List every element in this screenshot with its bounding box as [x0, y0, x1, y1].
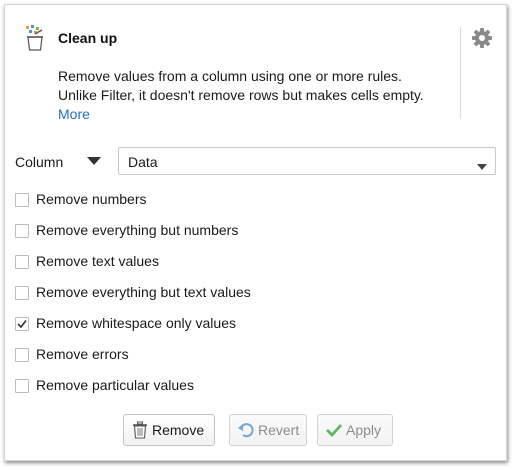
chevron-down-icon	[477, 158, 487, 170]
option-label: Remove particular values	[36, 377, 194, 393]
action-buttons: Remove Revert Apply	[5, 414, 506, 448]
column-label: Column	[15, 154, 64, 170]
undo-icon	[237, 421, 255, 439]
checkbox[interactable]	[15, 286, 29, 300]
checkbox[interactable]	[15, 224, 29, 238]
clean-up-panel: Clean up Remove values from a column usi…	[4, 4, 507, 461]
trash-icon	[131, 421, 149, 439]
option-remove-everything-but-text-values[interactable]: Remove everything but text values	[15, 284, 475, 315]
checkbox-checked[interactable]	[15, 317, 29, 331]
option-label: Remove text values	[36, 253, 159, 269]
remove-button-label: Remove	[152, 422, 205, 438]
description-line-2: Unlike Filter, it doesn't remove rows bu…	[58, 87, 424, 103]
column-select-value: Data	[128, 154, 158, 170]
column-row: Column Data	[15, 147, 500, 177]
checkbox[interactable]	[15, 193, 29, 207]
rule-options: Remove numbers Remove everything but num…	[15, 191, 475, 408]
option-remove-everything-but-numbers[interactable]: Remove everything but numbers	[15, 222, 475, 253]
panel-title: Clean up	[58, 30, 118, 46]
option-label: Remove everything but numbers	[36, 222, 239, 238]
panel-header: Clean up Remove values from a column usi…	[5, 5, 492, 125]
option-label: Remove errors	[36, 346, 129, 362]
option-label: Remove numbers	[36, 191, 147, 207]
remove-button[interactable]: Remove	[123, 414, 215, 446]
column-menu-caret-icon[interactable]	[85, 153, 103, 169]
description-line-1: Remove values from a column using one or…	[58, 68, 402, 84]
checkmark-icon	[17, 320, 27, 329]
option-remove-whitespace-only-values[interactable]: Remove whitespace only values	[15, 315, 475, 346]
checkbox[interactable]	[15, 255, 29, 269]
checkbox[interactable]	[15, 348, 29, 362]
option-label: Remove everything but text values	[36, 284, 251, 300]
revert-button-label: Revert	[258, 422, 300, 438]
gear-icon[interactable]	[471, 27, 493, 49]
revert-button[interactable]: Revert	[229, 414, 307, 446]
panel-description: Remove values from a column using one or…	[58, 67, 458, 124]
more-link[interactable]: More	[58, 106, 90, 122]
option-remove-text-values[interactable]: Remove text values	[15, 253, 475, 284]
option-remove-particular-values[interactable]: Remove particular values	[15, 377, 475, 408]
option-remove-errors[interactable]: Remove errors	[15, 346, 475, 377]
column-select[interactable]: Data	[118, 147, 496, 175]
option-remove-numbers[interactable]: Remove numbers	[15, 191, 475, 222]
apply-button[interactable]: Apply	[317, 414, 393, 446]
option-label: Remove whitespace only values	[36, 315, 236, 331]
check-icon	[325, 421, 343, 439]
checkbox[interactable]	[15, 379, 29, 393]
header-divider	[460, 27, 461, 119]
apply-button-label: Apply	[346, 422, 382, 438]
clean-up-icon	[25, 25, 45, 51]
